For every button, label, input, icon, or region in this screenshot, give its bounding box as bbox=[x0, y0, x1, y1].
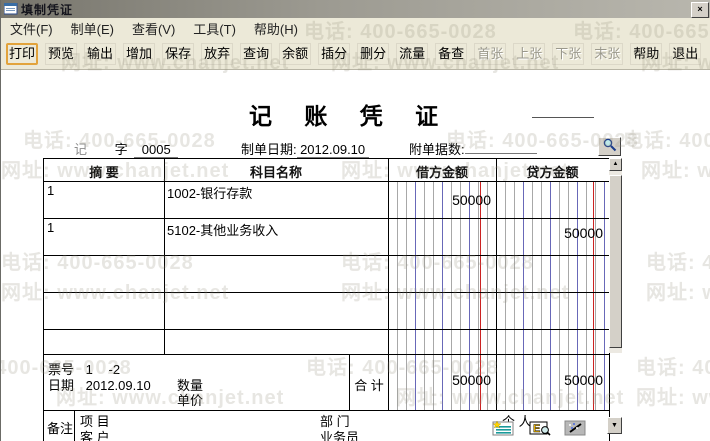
remark-customer-label[interactable]: 客 户 bbox=[80, 427, 110, 441]
stub-date-value[interactable]: 2012.09.10 bbox=[86, 378, 151, 393]
menu-item-help[interactable]: 帮助(H) bbox=[245, 17, 307, 40]
voucher-title: 记 账 凭 证 bbox=[249, 103, 452, 129]
date-label: 制单日期: bbox=[241, 142, 297, 157]
voucher-table: 摘 要 科目名称 借方金额 贷方金额 1 1002-银行存款 50000 1 5… bbox=[43, 158, 610, 441]
row-divider bbox=[44, 292, 609, 293]
row1-account-cell[interactable]: 1002-银行存款 bbox=[167, 183, 252, 202]
stub-date-line: 日期 2012.09.10 bbox=[48, 375, 151, 394]
voucher-word-suffix: 字 bbox=[114, 142, 128, 157]
total-label: 合 计 bbox=[354, 378, 384, 393]
close-button[interactable]: × bbox=[691, 2, 709, 18]
toolbar-button-query[interactable]: 查询 bbox=[240, 42, 273, 65]
menu-item-file[interactable]: 文件(F) bbox=[1, 17, 62, 40]
price-label: 单价 bbox=[177, 393, 204, 408]
app-window: 填制凭证 × 文件(F) 制单(E) 查看(V) 工具(T) 帮助(H) 打印 预览 输出增… bbox=[0, 0, 710, 441]
row-divider bbox=[44, 181, 609, 182]
toolbar-button-last-voucher: 末张 bbox=[591, 42, 624, 65]
row1-debit-cell[interactable]: 50000 bbox=[389, 192, 491, 208]
browse-document-icon[interactable]: E bbox=[529, 420, 551, 436]
toolbar-button-prev-voucher: 上张 bbox=[513, 42, 546, 65]
toolbar-button-output[interactable]: 输出 bbox=[84, 42, 117, 65]
scrollbar-thumb[interactable] bbox=[609, 175, 622, 348]
row2-summary-cell[interactable]: 1 bbox=[47, 220, 54, 235]
voucher-word-prefix[interactable]: 记 bbox=[53, 139, 108, 159]
toolbar-button-delete-line[interactable]: 删分 bbox=[357, 42, 390, 65]
magnifier-icon bbox=[603, 138, 617, 152]
row-divider bbox=[44, 218, 609, 219]
title-bar[interactable]: 填制凭证 × bbox=[1, 0, 710, 18]
toolbar-button-memo[interactable]: 备查 bbox=[435, 42, 468, 65]
col-header-summary: 摘 要 bbox=[89, 165, 119, 180]
attachments-label: 附单据数: bbox=[409, 142, 465, 157]
date-value[interactable]: 2012.09.10 bbox=[296, 142, 369, 158]
row-divider bbox=[44, 329, 609, 330]
vertical-scrollbar[interactable]: ▲ bbox=[609, 158, 622, 353]
attachments-field: 附单据数: bbox=[409, 139, 537, 158]
voucher-number[interactable]: 0005 bbox=[134, 142, 179, 158]
toolbar-button-balance[interactable]: 余额 bbox=[279, 42, 312, 65]
title-underline bbox=[532, 117, 594, 118]
row2-account-cell[interactable]: 5102-其他业务收入 bbox=[167, 220, 278, 239]
menu-item-voucher[interactable]: 制单(E) bbox=[62, 17, 123, 40]
column-divider bbox=[164, 159, 165, 354]
toolbar-button-add[interactable]: 增加 bbox=[123, 42, 156, 65]
row1-summary-cell[interactable]: 1 bbox=[47, 183, 54, 198]
voucher-date-field: 制单日期: 2012.09.10 bbox=[241, 139, 369, 158]
credit-ruled-columns bbox=[497, 159, 609, 354]
voucher-word-field[interactable]: 记 字 0005 bbox=[53, 139, 179, 159]
col-header-debit: 借方金额 bbox=[415, 165, 468, 180]
menu-item-tools[interactable]: 工具(T) bbox=[184, 17, 245, 40]
total-debit-cell: 50000 bbox=[452, 372, 491, 388]
remark-divider bbox=[74, 410, 75, 441]
toolbar-button-discard[interactable]: 放弃 bbox=[201, 42, 234, 65]
app-icon bbox=[4, 3, 18, 15]
row-divider bbox=[44, 255, 609, 256]
menu-item-view[interactable]: 查看(V) bbox=[123, 17, 184, 40]
stub-date-label: 日期 bbox=[48, 378, 75, 393]
remark-clerk-label[interactable]: 业务员 bbox=[320, 427, 359, 441]
debit-ruled-columns bbox=[389, 159, 496, 354]
toolbar: 打印 预览 输出 增加 保存 放弃 查询 余额 插分 删分 流量 备查 首张 上张 下张 末张 帮助 退出 bbox=[1, 38, 710, 70]
toolbar-button-print[interactable]: 打印 bbox=[6, 42, 39, 65]
toolbar-button-exit[interactable]: 退出 bbox=[669, 42, 702, 65]
toolbar-button-next-voucher: 下张 bbox=[552, 42, 585, 65]
toolbar-button-save[interactable]: 保存 bbox=[162, 42, 195, 65]
row-divider bbox=[44, 354, 609, 355]
total-credit-cell: 50000 bbox=[564, 372, 603, 388]
toolbar-button-cashflow[interactable]: 流量 bbox=[396, 42, 429, 65]
toolbar-button-first-voucher: 首张 bbox=[474, 42, 507, 65]
note-icon[interactable] bbox=[492, 420, 514, 436]
search-magnifier-button[interactable] bbox=[598, 137, 621, 156]
toolbar-button-preview[interactable]: 预览 bbox=[45, 42, 78, 65]
scroll-up-button[interactable]: ▲ bbox=[609, 158, 622, 171]
dropdown-arrow-button[interactable]: ▼ bbox=[607, 417, 622, 434]
toolbar-button-help[interactable]: 帮助 bbox=[630, 42, 663, 65]
svg-text:E: E bbox=[533, 423, 540, 435]
toolbar-button-insert-line[interactable]: 插分 bbox=[318, 42, 351, 65]
row2-credit-cell[interactable]: 50000 bbox=[497, 225, 603, 241]
window-title: 填制凭证 bbox=[21, 2, 74, 17]
attachments-value[interactable] bbox=[464, 153, 537, 154]
col-header-account: 科目名称 bbox=[249, 165, 302, 180]
menu-bar: 文件(F) 制单(E) 查看(V) 工具(T) 帮助(H) bbox=[1, 18, 710, 39]
magic-wand-icon[interactable] bbox=[564, 420, 586, 436]
col-header-credit: 贷方金额 bbox=[526, 165, 579, 180]
remark-label: 备注 bbox=[47, 421, 74, 436]
